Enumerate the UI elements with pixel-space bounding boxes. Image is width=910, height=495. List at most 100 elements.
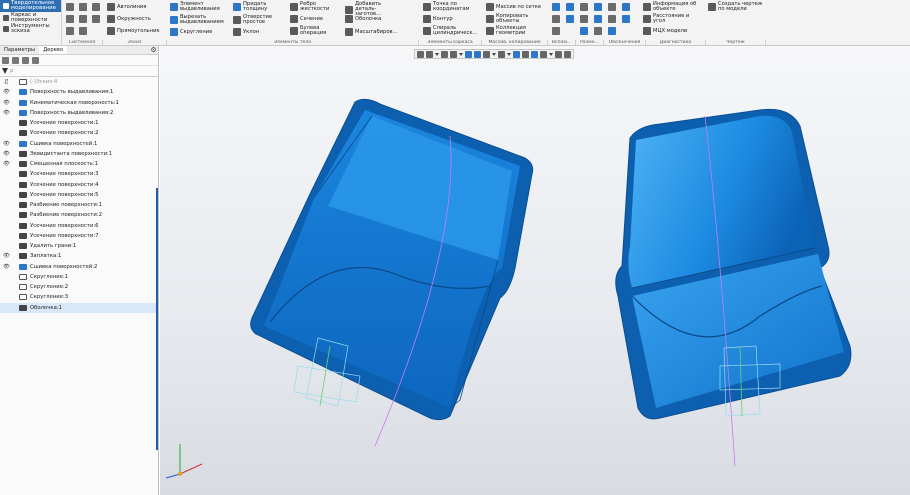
save-icon[interactable] [92, 3, 100, 11]
visibility-icon[interactable]: 👁 [2, 141, 11, 147]
simple-hole-button[interactable]: Отверстие простое [233, 14, 273, 25]
copy-icon[interactable] [79, 15, 87, 23]
shell-part-inner-view[interactable] [250, 98, 534, 447]
autoline-button[interactable]: Автолиния [107, 3, 146, 11]
plane-icon[interactable] [566, 3, 574, 11]
new-file-icon[interactable] [66, 3, 74, 11]
collection-button[interactable]: Коллекция геометрии [486, 25, 526, 36]
cut-extrude-button[interactable]: Вырезать выдавливанием [170, 14, 224, 25]
structure-icon[interactable] [12, 56, 19, 64]
scale-button[interactable]: Масштабиров... [345, 28, 398, 36]
tree-item[interactable]: Разбиение поверхности:1 [0, 200, 158, 210]
section-button[interactable]: Сечение [290, 15, 323, 23]
print-icon[interactable] [66, 15, 74, 23]
tree-item[interactable]: 👁̸ (-)Эскиз:4 [0, 77, 158, 87]
circle-icon [107, 15, 115, 23]
rib-button[interactable]: Ребро жесткости [290, 1, 329, 12]
redo-icon[interactable] [79, 27, 87, 35]
circle-button[interactable]: Окружность [107, 15, 151, 23]
array-grid-button[interactable]: Массив по сетке [486, 3, 541, 11]
point-coords-button[interactable]: Точка по координатам [423, 1, 469, 12]
tree-item[interactable]: 👁 Кинематическая поверхность:1 [0, 98, 158, 108]
thread-icon[interactable] [608, 27, 616, 35]
tree-item[interactable]: Скругление:1 [0, 272, 158, 282]
tree-item[interactable]: 👁 Поверхность выдавливания:1 [0, 87, 158, 97]
visibility-icon[interactable]: 👁 [2, 161, 11, 167]
tree-item[interactable]: Усечение поверхности:7 [0, 231, 158, 241]
leader-icon[interactable] [594, 15, 602, 23]
cs-icon[interactable] [552, 15, 560, 23]
visibility-icon[interactable]: 👁 [2, 264, 11, 270]
create-drawing-button[interactable]: Создать чертеж по модели [708, 1, 768, 12]
text-icon[interactable] [594, 27, 602, 35]
filter-icon[interactable] [2, 68, 8, 74]
history-icon[interactable] [22, 56, 29, 64]
tree-item[interactable]: 👁 Смещенная плоскость:1 [0, 159, 158, 169]
info-icon [643, 3, 651, 11]
auto-dimension-icon[interactable] [580, 27, 588, 35]
mass-props-button[interactable]: МЦХ модели [643, 27, 687, 35]
tree-item[interactable]: Усечение поверхности:1 [0, 118, 158, 128]
tree-item[interactable]: 👁 Сшивка поверхностей:1 [0, 139, 158, 149]
tree-item[interactable]: Удалить грани:1 [0, 241, 158, 251]
tree-item[interactable]: Усечение поверхности:5 [0, 190, 158, 200]
axis-icon[interactable] [552, 3, 560, 11]
visibility-icon[interactable]: 👁 [2, 253, 11, 259]
mode-wireframe-surfaces[interactable]: Каркас и поверхности [0, 12, 61, 23]
add-thickness-button[interactable]: Придать толщину [233, 1, 271, 12]
copy-objects-button[interactable]: Копировать объекты [486, 13, 528, 24]
shell-part-outer-view[interactable] [615, 108, 852, 467]
distance-angle-button[interactable]: Расстояние и угол [643, 13, 693, 24]
tree-item[interactable]: Усечение поверхности:6 [0, 221, 158, 231]
tree-item[interactable]: 👁 Эквидистанта поверхности:1 [0, 149, 158, 159]
tree-item-label: Сшивка поверхностей:1 [30, 140, 98, 147]
tree-item[interactable]: 👁 Поверхность выдавливания:2 [0, 108, 158, 118]
mode-sketch-tools[interactable]: Инструменты эскиза [0, 23, 61, 34]
fillet-button[interactable]: Скругление [170, 28, 212, 36]
tree-view-icon[interactable] [2, 56, 9, 64]
undo-icon[interactable] [66, 27, 74, 35]
draft-button[interactable]: Уклон [233, 28, 259, 36]
visibility-icon[interactable]: 👁̸ [2, 79, 11, 85]
shell-button[interactable]: Оболочка [345, 15, 381, 23]
angle-icon[interactable] [608, 3, 616, 11]
tree-item[interactable]: 👁 Заплатка:1 [0, 251, 158, 261]
visibility-icon[interactable]: 👁 [2, 100, 11, 106]
roughness-icon[interactable] [622, 3, 630, 11]
tree-item[interactable]: Усечение поверхности:2 [0, 128, 158, 138]
gear-icon[interactable]: ⚙ [149, 46, 158, 55]
layers-icon[interactable] [32, 56, 39, 64]
base-icon[interactable] [622, 15, 630, 23]
plane-offset-icon[interactable] [566, 15, 574, 23]
contour-button[interactable]: Контур [423, 15, 453, 23]
panel-title[interactable]: Параметры [0, 46, 39, 54]
spiral-button[interactable]: Спираль цилиндрическ... [423, 25, 477, 36]
visibility-icon[interactable]: 👁 [2, 110, 11, 116]
visibility-icon[interactable]: 👁 [2, 151, 11, 157]
tolerance-icon[interactable] [608, 15, 616, 23]
mode-solid-modeling[interactable]: Твердотельное моделирование [0, 0, 61, 12]
visibility-icon[interactable]: 👁 [2, 89, 11, 95]
diameter-icon[interactable] [594, 3, 602, 11]
tree-item[interactable]: Скругление:2 [0, 282, 158, 292]
rectangle-button[interactable]: Прямоугольник [107, 27, 160, 35]
object-info-button[interactable]: Информация об объекте [643, 1, 699, 12]
boolean-button[interactable]: Булева операция [290, 25, 326, 36]
radius-icon[interactable] [580, 15, 588, 23]
line-icon[interactable] [552, 27, 560, 35]
tree-item-label: Удалить грани:1 [30, 243, 77, 250]
tree-item[interactable]: Усечение поверхности:3 [0, 169, 158, 179]
open-icon[interactable] [79, 3, 87, 11]
tree-item[interactable]: Разбиение поверхности:2 [0, 210, 158, 220]
3d-viewport[interactable] [160, 46, 910, 495]
paste-icon[interactable] [92, 15, 100, 23]
tree-item[interactable]: Скругление:3 [0, 292, 158, 302]
tab-tree[interactable]: Дерево [39, 46, 68, 54]
tree-item[interactable]: Оболочка:1 [0, 302, 158, 313]
dimension-icon[interactable] [580, 3, 588, 11]
tree-item[interactable]: Усечение поверхности:4 [0, 180, 158, 190]
tree-item[interactable]: 👁 Сшивка поверхностей:2 [0, 262, 158, 272]
tree-item-label: Заплатка:1 [30, 253, 62, 260]
element-extrude-button[interactable]: Элемент выдавливания [170, 1, 220, 12]
search-input[interactable]: ρ [10, 68, 13, 74]
